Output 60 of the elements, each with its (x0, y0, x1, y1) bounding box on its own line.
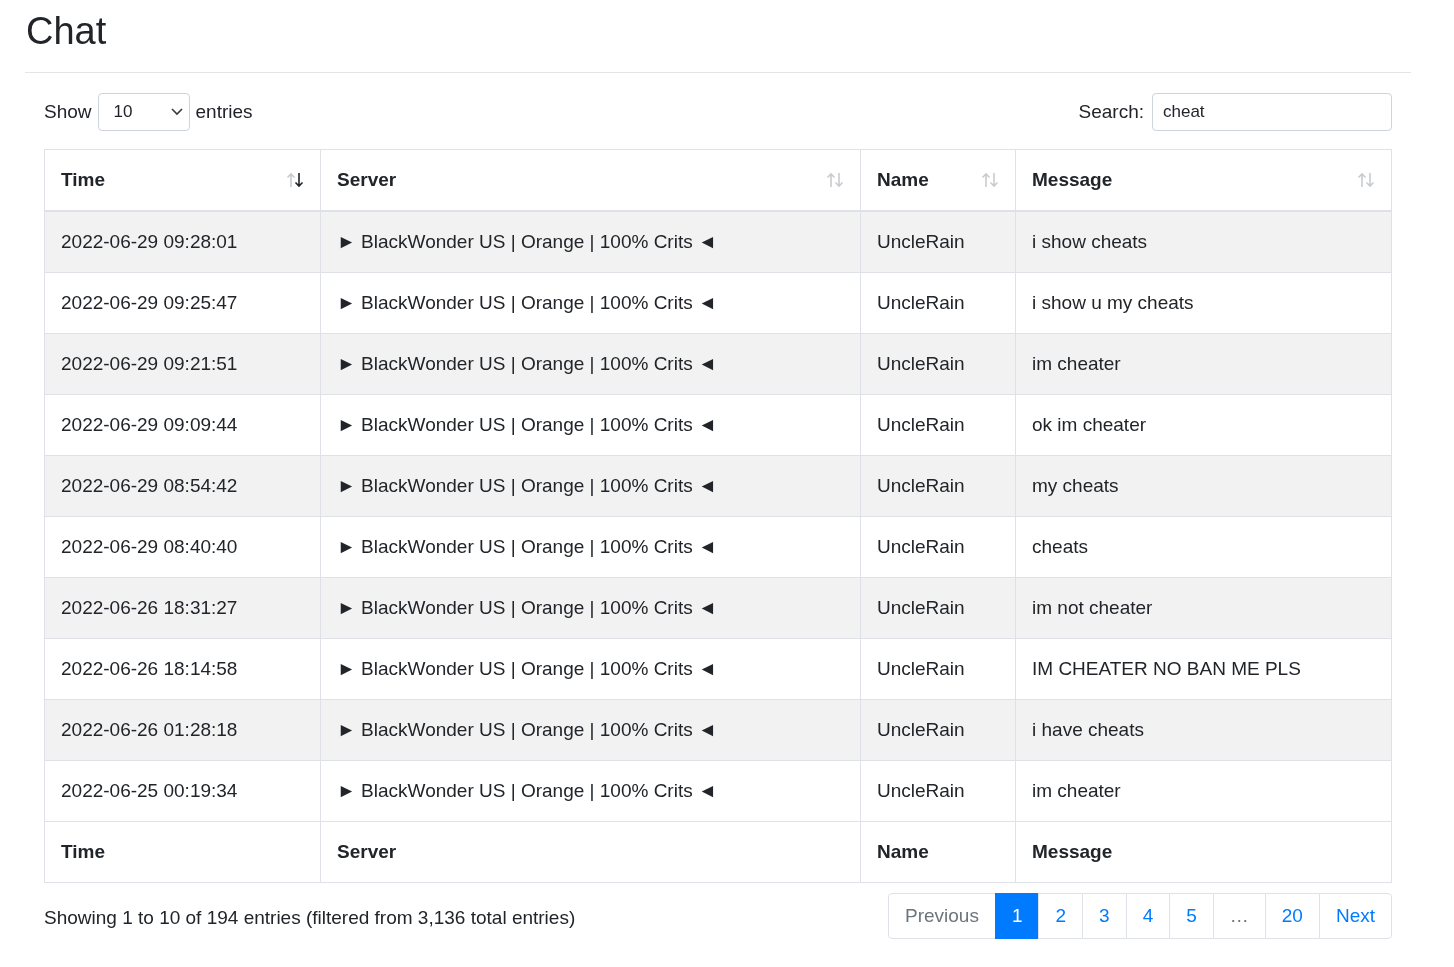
table-cell: UncleRain (860, 272, 1016, 334)
table-cell: 2022-06-29 08:54:42 (44, 455, 321, 517)
table-cell: 2022-06-25 00:19:34 (44, 760, 321, 822)
table-cell: ► BlackWonder US | Orange | 100% Crits ◄ (320, 394, 861, 456)
column-footer: Message (1015, 821, 1392, 883)
table-cell: IM CHEATER NO BAN ME PLS (1015, 638, 1392, 700)
table-cell: 2022-06-29 08:40:40 (44, 516, 321, 578)
table-cell: 2022-06-29 09:28:01 (44, 211, 321, 273)
table-cell: i have cheats (1015, 699, 1392, 761)
sort-icon[interactable] (286, 172, 304, 188)
table-cell: cheats (1015, 516, 1392, 578)
entries-label: entries (195, 101, 253, 123)
table-cell: 2022-06-26 18:31:27 (44, 577, 321, 639)
table-cell: 2022-06-29 09:09:44 (44, 394, 321, 456)
table-cell: ► BlackWonder US | Orange | 100% Crits ◄ (320, 516, 861, 578)
page-button[interactable]: 5 (1169, 893, 1214, 939)
table-cell: UncleRain (860, 211, 1016, 273)
table-cell: ► BlackWonder US | Orange | 100% Crits ◄ (320, 455, 861, 517)
column-footer: Server (320, 821, 861, 883)
table-cell: im cheater (1015, 760, 1392, 822)
table-cell: ► BlackWonder US | Orange | 100% Crits ◄ (320, 638, 861, 700)
table-cell: 2022-06-29 09:25:47 (44, 272, 321, 334)
table-cell: ok im cheater (1015, 394, 1392, 456)
table-cell: my cheats (1015, 455, 1392, 517)
table-cell: ► BlackWonder US | Orange | 100% Crits ◄ (320, 211, 861, 273)
table-cell: ► BlackWonder US | Orange | 100% Crits ◄ (320, 272, 861, 334)
page-button[interactable]: 3 (1082, 893, 1127, 939)
table-cell: 2022-06-29 09:21:51 (44, 333, 321, 395)
table-cell: 2022-06-26 18:14:58 (44, 638, 321, 700)
column-footer: Name (860, 821, 1016, 883)
page-button[interactable]: 20 (1264, 893, 1320, 939)
table-cell: ► BlackWonder US | Orange | 100% Crits ◄ (320, 699, 861, 761)
page-button[interactable]: 4 (1125, 893, 1171, 939)
entries-select[interactable]: 10 (97, 93, 190, 131)
table-cell: UncleRain (860, 516, 1016, 578)
page-button[interactable]: 1 (994, 893, 1040, 939)
search-field[interactable]: cheat (1152, 93, 1392, 131)
table-cell: UncleRain (860, 760, 1016, 822)
table-cell: UncleRain (860, 333, 1016, 395)
table-cell: ► BlackWonder US | Orange | 100% Crits ◄ (320, 333, 861, 395)
table-cell: i show u my cheats (1015, 272, 1392, 334)
table-cell: ► BlackWonder US | Orange | 100% Crits ◄ (320, 760, 861, 822)
table-cell: im not cheater (1015, 577, 1392, 639)
table-cell: im cheater (1015, 333, 1392, 395)
table-cell: UncleRain (860, 455, 1016, 517)
table-cell: i show cheats (1015, 211, 1392, 273)
column-footer: Time (44, 821, 321, 883)
table-cell: 2022-06-26 01:28:18 (44, 699, 321, 761)
table-cell: UncleRain (860, 699, 1016, 761)
show-label: Show (44, 101, 92, 123)
page-button[interactable]: 2 (1038, 893, 1084, 939)
chevron-icon (170, 108, 183, 116)
table-cell: ► BlackWonder US | Orange | 100% Crits ◄ (320, 577, 861, 639)
table-info: Showing 1 to 10 of 194 entries (filtered from 3,136 total entries) (44, 906, 576, 929)
table-cell: UncleRain (860, 394, 1016, 456)
table-cell: UncleRain (860, 577, 1016, 639)
search-label: Search: (1078, 101, 1144, 123)
table-cell: UncleRain (860, 638, 1016, 700)
page-title: Chat (26, 9, 108, 54)
page-button[interactable]: Next (1318, 893, 1392, 939)
